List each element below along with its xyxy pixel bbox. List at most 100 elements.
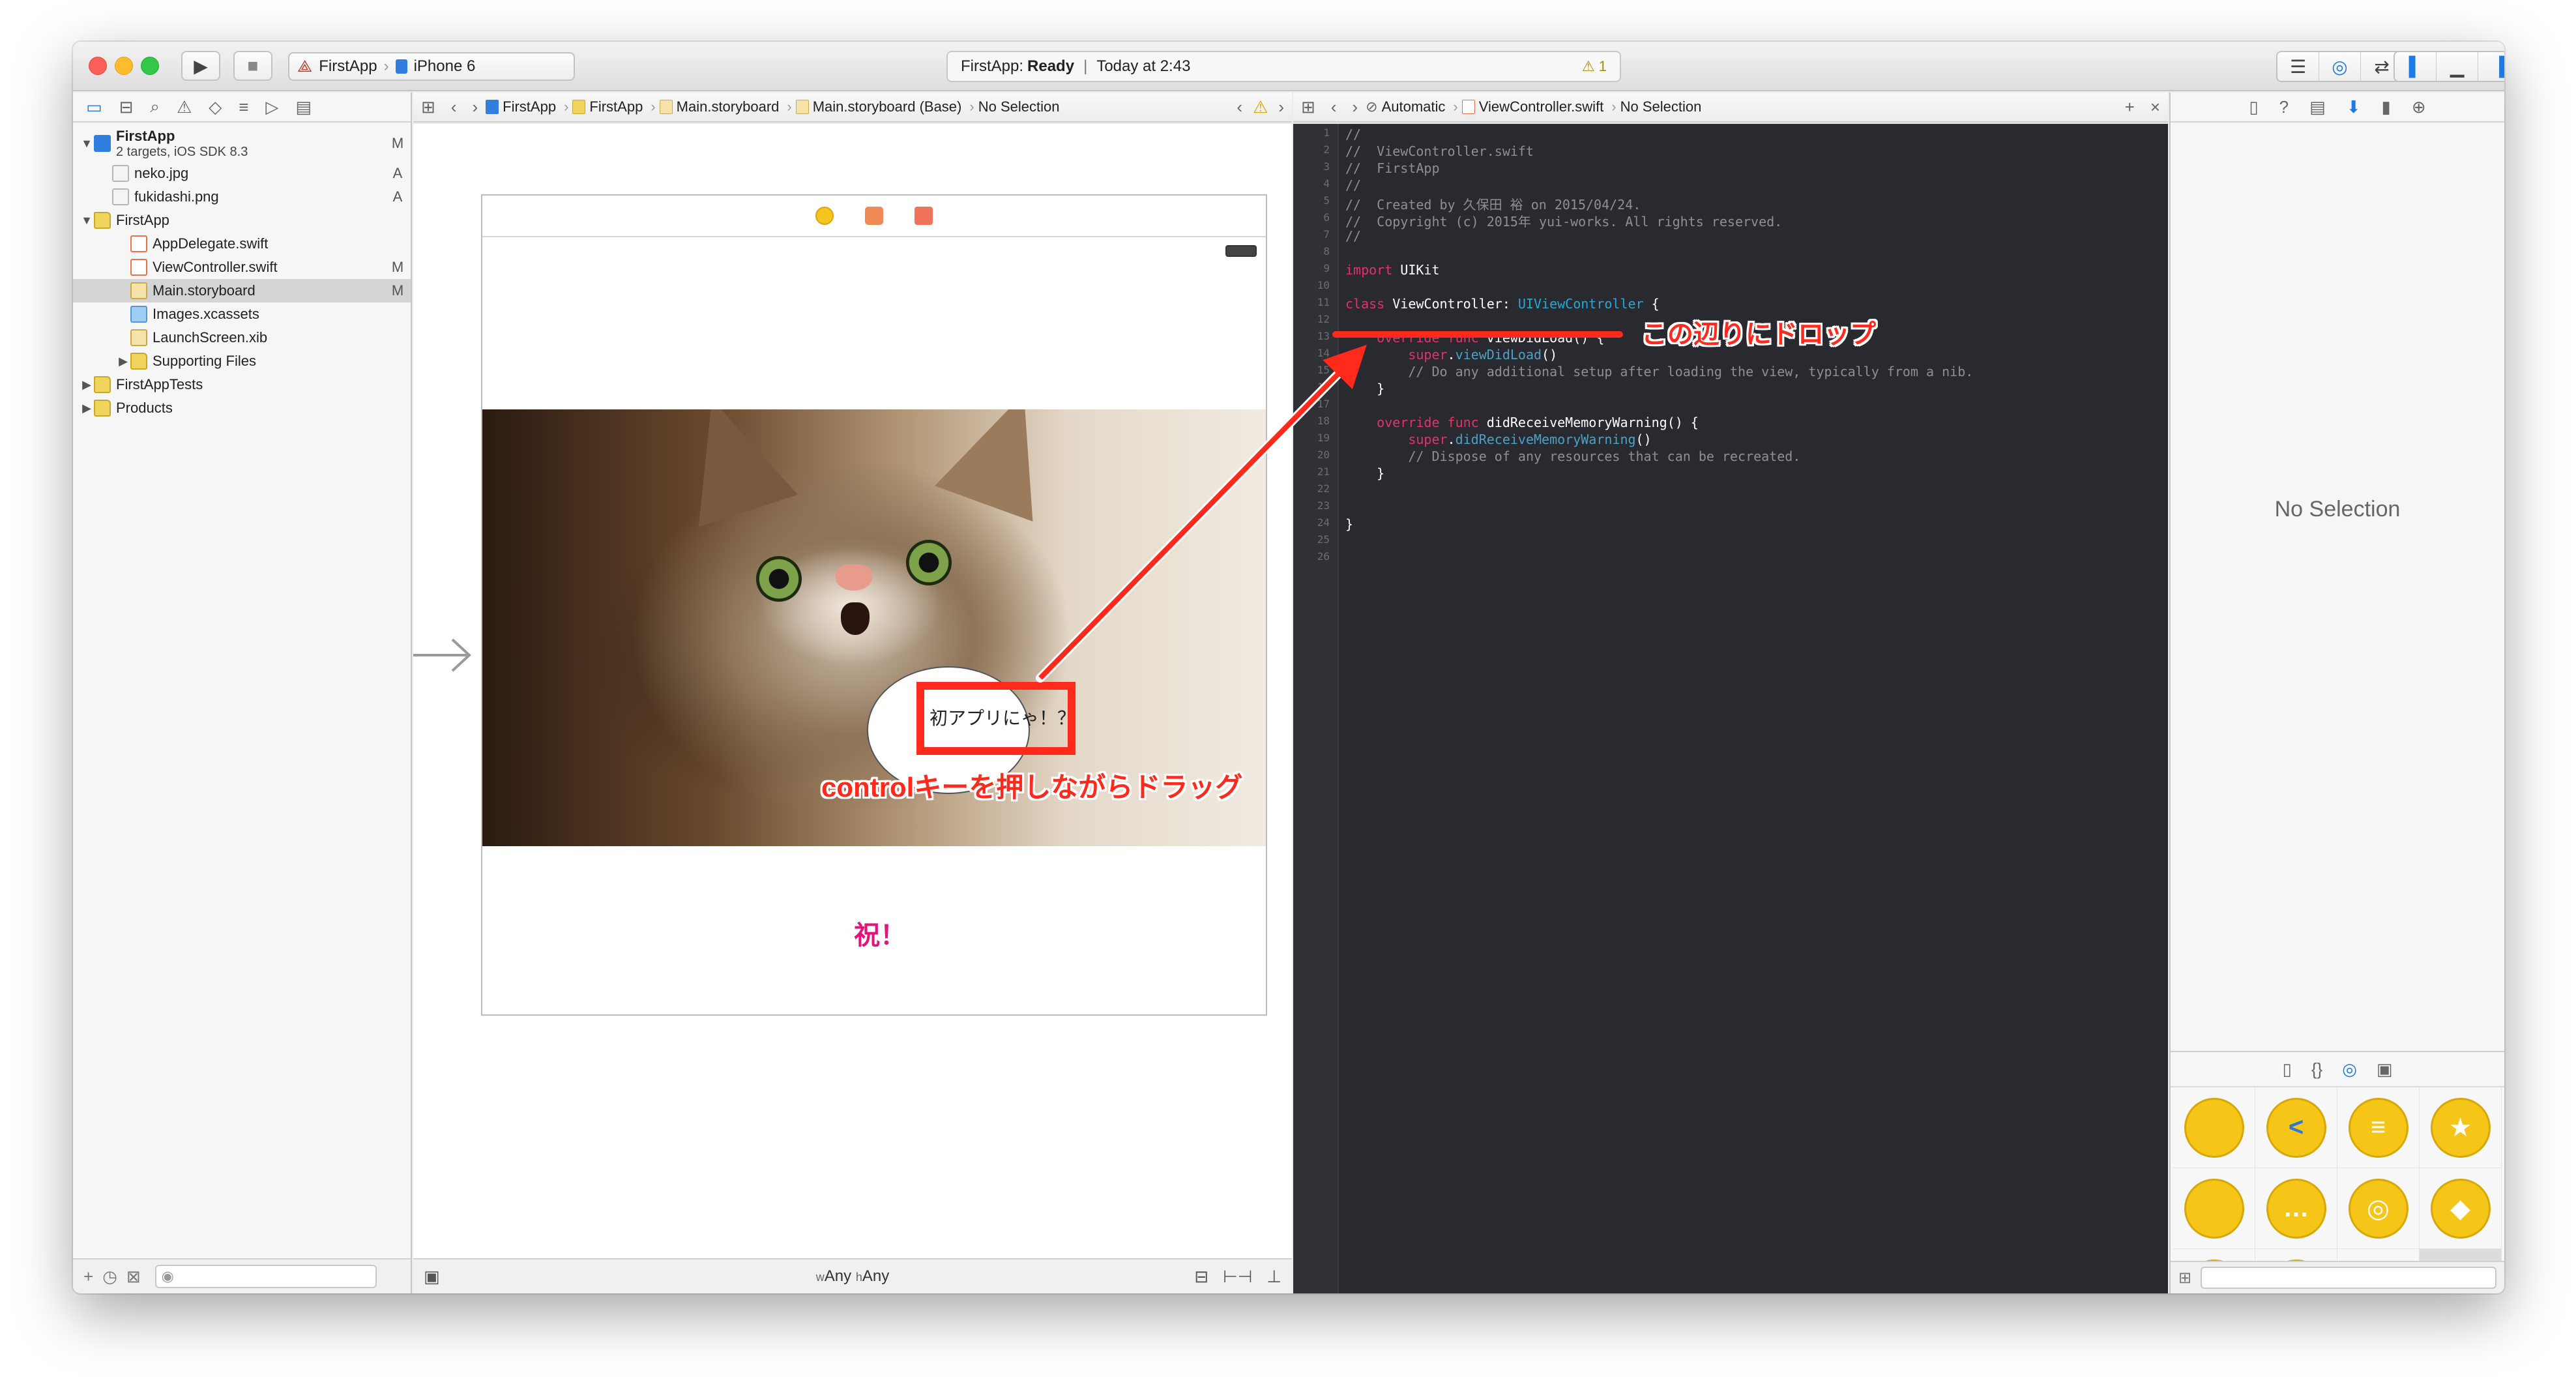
code-line[interactable]: 2 // ViewController.swift <box>1323 143 1973 160</box>
code-line[interactable]: 9 import UIKit <box>1323 262 1973 279</box>
folder-icon[interactable]: ▭ <box>86 97 102 117</box>
back-icon[interactable]: ‹ <box>1331 97 1337 117</box>
library-item[interactable]: ◎ <box>2337 1168 2420 1249</box>
related-items-icon[interactable]: ⊞ <box>1301 97 1315 117</box>
minimize-window-button[interactable] <box>115 57 133 75</box>
identity-inspector-icon[interactable]: ▤ <box>2309 97 2326 117</box>
crumb-group[interactable]: FirstApp › <box>572 98 656 115</box>
code-line[interactable]: 21 } <box>1317 465 1973 482</box>
crumb-project[interactable]: FirstApp › <box>486 98 568 115</box>
library-item[interactable]: ≡ <box>2337 1087 2420 1168</box>
library-filter-field[interactable] <box>2201 1267 2496 1289</box>
disclosure-open-icon[interactable]: ▼ <box>80 214 94 228</box>
scm-filter-icon[interactable]: ⊠ <box>126 1267 141 1287</box>
file-tree-item[interactable]: neko.jpg A <box>73 162 411 185</box>
standard-editor-icon[interactable]: ☰ <box>2277 52 2319 81</box>
library-item[interactable]: … <box>2255 1168 2337 1249</box>
search-icon[interactable]: ⌕ <box>150 96 160 117</box>
library-item[interactable] <box>2173 1087 2255 1168</box>
attributes-inspector-icon[interactable]: ⬇ <box>2347 97 2361 117</box>
resolve-issues-icon[interactable]: ⊥ <box>1266 1267 1281 1287</box>
code-line[interactable]: 6 // Copyright (c) 2015年 yui-works. All r… <box>1323 211 1973 229</box>
crumb-storyboard-base[interactable]: Main.storyboard (Base) › <box>795 98 974 115</box>
file-tree-item[interactable]: LaunchScreen.xib <box>73 326 411 349</box>
library-item[interactable]: < <box>2255 1087 2337 1168</box>
crumb-file[interactable]: ViewController.swift › <box>1461 98 1617 115</box>
crumb-selection[interactable]: No Selection <box>978 98 1060 115</box>
file-template-icon[interactable]: ▯ <box>2283 1059 2292 1080</box>
file-tree-item[interactable]: ▼ FirstApp 2 targets, iOS SDK 8.3 M <box>73 125 411 162</box>
object-library-icon[interactable]: ◎ <box>2342 1059 2357 1080</box>
debug-area-toggle-icon[interactable]: ▁ <box>2437 52 2478 81</box>
exit-icon[interactable] <box>915 207 933 225</box>
size-inspector-icon[interactable]: ▮ <box>2382 97 2391 117</box>
code-line[interactable]: 26 <box>1317 550 1973 567</box>
stop-button[interactable]: ■ <box>233 51 272 81</box>
library-item[interactable] <box>2173 1168 2255 1249</box>
library-item[interactable]: ★ <box>2420 1087 2502 1168</box>
zoom-window-button[interactable] <box>141 57 159 75</box>
code-line[interactable]: 4 // <box>1323 177 1973 194</box>
close-editor-icon[interactable]: × <box>2150 97 2160 117</box>
cat-image-view[interactable]: 初アプリにゃ！？ controlキーを押しながらドラッグ <box>482 409 1266 846</box>
disclosure-open-icon[interactable]: ▼ <box>80 137 94 151</box>
forward-icon[interactable]: › <box>472 97 478 117</box>
log-icon[interactable]: ▤ <box>295 97 312 117</box>
issue-next-icon[interactable]: › <box>1278 97 1284 117</box>
warning-count-badge[interactable]: ⚠ 1 <box>1582 58 1607 75</box>
add-icon[interactable]: + <box>83 1267 93 1287</box>
iwai-label[interactable]: 祝！ <box>854 914 906 952</box>
connections-inspector-icon[interactable]: ⊕ <box>2412 97 2426 117</box>
view-controller-icon[interactable] <box>815 207 834 225</box>
code-line[interactable]: 7 // <box>1323 228 1973 245</box>
interface-builder-canvas[interactable]: 初アプリにゃ！？ controlキーを押しながらドラッグ 祝！ <box>413 124 1292 1258</box>
code-line[interactable]: 20 // Dispose of any resources that can … <box>1317 449 1973 465</box>
file-tree-item[interactable]: ▼ FirstApp <box>73 209 411 232</box>
code-line[interactable]: 8 <box>1323 245 1973 262</box>
media-library-icon[interactable]: ▣ <box>2377 1059 2393 1080</box>
code-line[interactable]: 5 // Created by 久保田 裕 on 2015/04/24. <box>1323 194 1973 213</box>
disclosure-closed-icon[interactable]: ▶ <box>80 402 94 415</box>
test-icon[interactable]: ◇ <box>209 97 222 117</box>
code-line[interactable]: 18 override func didReceiveMemoryWarning… <box>1317 415 1973 432</box>
related-items-icon[interactable]: ⊞ <box>421 97 435 117</box>
view-controller-scene[interactable]: 初アプリにゃ！？ controlキーを押しながらドラッグ 祝！ <box>481 194 1267 1016</box>
code-line[interactable]: 23 <box>1317 499 1973 516</box>
crumb-automatic[interactable]: ⊘ Automatic › <box>1366 98 1458 115</box>
crumb-storyboard[interactable]: Main.storyboard › <box>659 98 792 115</box>
file-tree-item[interactable]: Main.storyboard M <box>73 279 411 302</box>
code-line[interactable]: 3 // FirstApp <box>1323 160 1973 177</box>
code-line[interactable]: 11 class ViewController: UIViewController… <box>1317 296 1973 313</box>
library-item[interactable]: ◆ <box>2420 1168 2502 1249</box>
code-line[interactable]: 22 <box>1317 482 1973 499</box>
code-line[interactable]: 16 } <box>1317 381 1973 398</box>
navigator-toggle-icon[interactable]: ▌ <box>2395 52 2437 81</box>
hierarchy-icon[interactable]: ⊟ <box>119 97 134 117</box>
utilities-toggle-icon[interactable]: ▐ <box>2478 52 2504 81</box>
code-snippet-icon[interactable]: {} <box>2311 1059 2322 1080</box>
first-responder-icon[interactable] <box>865 207 883 225</box>
code-line[interactable]: 24} <box>1317 516 1973 533</box>
navigator-filter-field[interactable]: ◉ <box>154 1265 377 1288</box>
add-editor-icon[interactable]: + <box>2125 97 2135 117</box>
file-tree-item[interactable]: AppDelegate.swift <box>73 232 411 256</box>
code-line[interactable]: 17 <box>1317 398 1973 415</box>
file-tree-item[interactable]: ViewController.swift M <box>73 256 411 279</box>
align-icon[interactable]: ⊟ <box>1194 1267 1208 1287</box>
run-button[interactable]: ▶ <box>181 51 220 81</box>
issue-prev-icon[interactable]: ‹ <box>1237 97 1242 117</box>
warning-icon[interactable]: ⚠ <box>1253 97 1268 117</box>
code-line[interactable]: 19 super. didReceiveMemoryWarning() <box>1317 432 1973 449</box>
warning-icon[interactable]: ⚠ <box>177 97 192 117</box>
pin-icon[interactable]: ⊢⊣ <box>1223 1267 1252 1287</box>
file-tree-item[interactable]: ▶ Products <box>73 396 411 420</box>
disclosure-closed-icon[interactable]: ▶ <box>116 355 130 368</box>
file-tree-item[interactable]: fukidashi.png A <box>73 185 411 209</box>
breakpoint-icon[interactable]: ▷ <box>265 97 278 117</box>
quick-help-icon[interactable]: ? <box>2279 97 2289 117</box>
code-line[interactable]: 10 <box>1317 279 1973 296</box>
assistant-code-editor[interactable]: 1//2// ViewController.swift 3// FirstApp 4… <box>1293 124 2168 1293</box>
crumb-selection[interactable]: No Selection <box>1620 98 1702 115</box>
scheme-selector[interactable]: ⟁ FirstApp › iPhone 6 <box>288 52 575 81</box>
assistant-editor-icon[interactable]: ◎ <box>2319 52 2361 81</box>
